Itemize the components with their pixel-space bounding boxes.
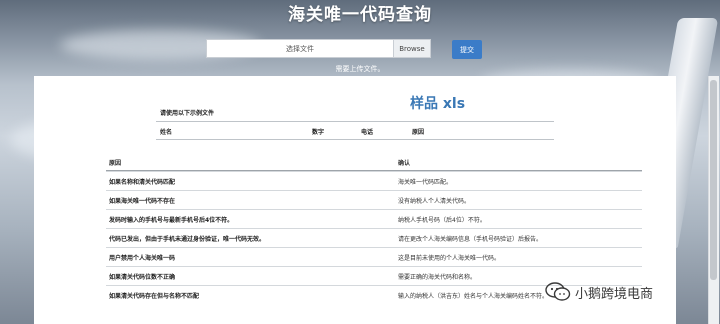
table-row: 如果名称和清关代码匹配 海关唯一代码匹配。 [106, 171, 642, 190]
row-cause: 发码时输入的手机号与最新手机号后4位不符。 [109, 217, 234, 224]
sample-column-header: 姓名 数字 电话 原因 [156, 121, 554, 140]
scrollbar-thumb[interactable] [710, 80, 717, 280]
submit-button[interactable]: 提交 [452, 40, 482, 59]
watermark-text: 小鹅跨境电商 [575, 286, 654, 302]
wechat-icon [545, 282, 571, 302]
row-confirm: 没有纳税人个人清关代码。 [398, 198, 471, 205]
table-row: 发码时输入的手机号与最新手机号后4位不符。 纳税人手机号码（后4位）不符。 [106, 209, 642, 228]
row-confirm: 需要正确的海关代码和名称。 [398, 274, 477, 281]
sample-column-name: 姓名 [160, 129, 173, 136]
header-confirm: 确认 [398, 160, 411, 167]
table-row: 用户禁用个人海关唯一码 这是目前未使用的个人海关唯一代码。 [106, 247, 642, 266]
row-cause: 用户禁用个人海关唯一码 [109, 255, 176, 262]
table-row: 代码已发出，但由于手机未通过身份验证，唯一代码无效。 请在更改个人海关编码信息（… [106, 228, 642, 247]
sample-column-reason: 原因 [412, 129, 425, 136]
sample-caption: 请使用以下示例文件 [160, 110, 215, 117]
upload-hint: 需要上传文件。 [335, 65, 385, 73]
page-title: 海关唯一代码查询 [288, 5, 432, 25]
row-confirm: 输入的纳税人（洪吉东）姓名与个人海关编码姓名不符。 [398, 293, 549, 300]
sample-column-number: 数字 [312, 129, 325, 136]
file-name-field[interactable]: 选择文件 [206, 39, 394, 58]
table-header-row: 原因 确认 [106, 156, 642, 171]
sample-column-phone: 电话 [361, 129, 374, 136]
file-upload-control[interactable]: 选择文件 Browse [206, 39, 431, 58]
row-cause: 如果清关代码位数不正确 [109, 274, 176, 281]
table-row: 如果海关唯一代码不存在 没有纳税人个人清关代码。 [106, 190, 642, 209]
row-cause: 代码已发出，但由于手机未通过身份验证，唯一代码无效。 [109, 236, 266, 243]
row-cause: 如果海关唯一代码不存在 [109, 198, 176, 205]
row-confirm: 这是目前未使用的个人海关唯一代码。 [398, 255, 501, 262]
watermark: 小鹅跨境电商 [545, 282, 653, 302]
row-confirm: 纳税人手机号码（后4位）不符。 [398, 217, 486, 224]
header-cause: 原因 [109, 160, 122, 167]
row-confirm: 海关唯一代码匹配。 [398, 179, 453, 186]
row-cause: 如果名称和清关代码匹配 [109, 179, 176, 186]
sample-file-link[interactable]: 样品 xls [410, 93, 465, 113]
browse-button[interactable]: Browse [394, 39, 431, 58]
row-cause: 如果清关代码存在但与名称不匹配 [109, 293, 200, 300]
row-confirm: 请在更改个人海关编码信息（手机号码验证）后报告。 [398, 236, 543, 243]
vertical-scrollbar[interactable] [708, 76, 719, 324]
